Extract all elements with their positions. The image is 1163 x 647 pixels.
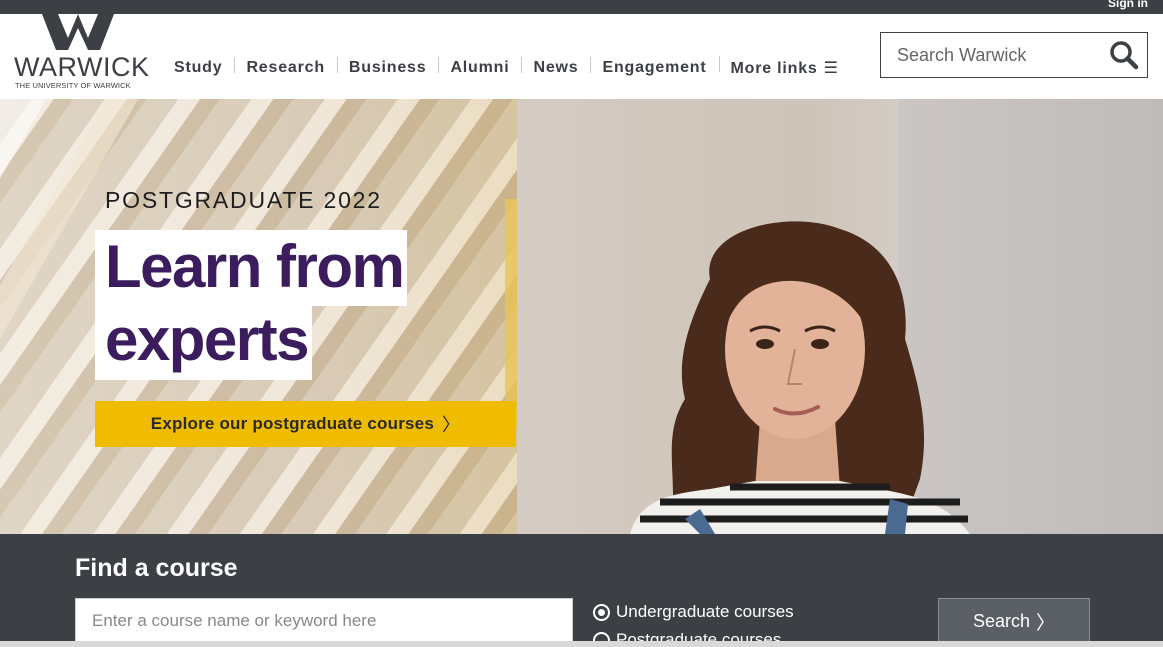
radio-selected-icon[interactable] xyxy=(593,603,610,621)
chevron-right-icon: 〉 xyxy=(1036,612,1056,634)
hero-banner: POSTGRADUATE 2022 Learn from experts Exp… xyxy=(0,99,1163,534)
course-finder-title: Find a course xyxy=(75,554,238,582)
hero-title-line-2: experts xyxy=(95,306,312,380)
course-search-input[interactable] xyxy=(75,598,573,644)
logo-wordmark: WARWICK xyxy=(14,52,150,82)
site-header: WARWICK THE UNIVERSITY OF WARWICK Study … xyxy=(0,14,1163,99)
more-links-label: More links xyxy=(730,60,818,77)
course-search-button[interactable]: Search 〉 xyxy=(938,598,1090,644)
nav-item-business[interactable]: Business xyxy=(336,57,439,77)
undergraduate-radio[interactable]: Undergraduate courses xyxy=(593,602,794,622)
nav-item-study[interactable]: Study xyxy=(162,59,234,77)
course-finder: Find a course Undergraduate courses Post… xyxy=(0,534,1163,647)
chevron-right-icon: 〉 xyxy=(442,415,461,435)
course-search-label: Search xyxy=(972,610,1031,631)
main-nav: Study Research Business Alumni News Enga… xyxy=(162,56,851,78)
site-search xyxy=(880,32,1148,78)
sign-in-link[interactable]: Sign in xyxy=(1108,0,1148,10)
hamburger-icon: ☰ xyxy=(823,60,839,77)
logo-subtitle: THE UNIVERSITY OF WARWICK xyxy=(15,81,131,90)
nav-item-engagement[interactable]: Engagement xyxy=(590,57,718,77)
search-input[interactable] xyxy=(881,33,1101,77)
warwick-logo[interactable]: WARWICK THE UNIVERSITY OF WARWICK xyxy=(14,14,149,94)
utility-bar: Sign in xyxy=(0,0,1163,14)
hero-yellow-accent xyxy=(505,199,517,429)
cta-label: Explore our postgraduate courses xyxy=(150,414,434,433)
undergraduate-label: Undergraduate courses xyxy=(616,602,794,621)
bottom-edge xyxy=(0,641,1163,647)
nav-item-news[interactable]: News xyxy=(521,57,590,77)
explore-postgraduate-button[interactable]: Explore our postgraduate courses 〉 xyxy=(95,401,516,447)
nav-item-alumni[interactable]: Alumni xyxy=(438,57,521,77)
search-icon[interactable] xyxy=(1109,40,1139,70)
hero-title-line-1: Learn from xyxy=(95,230,408,306)
nav-item-research[interactable]: Research xyxy=(234,57,336,77)
hero-person-photo xyxy=(630,221,970,534)
nav-item-more-links[interactable]: More links ☰ xyxy=(718,56,851,78)
warwick-crest-icon xyxy=(42,14,114,50)
hero-eyebrow: POSTGRADUATE 2022 xyxy=(105,187,382,213)
